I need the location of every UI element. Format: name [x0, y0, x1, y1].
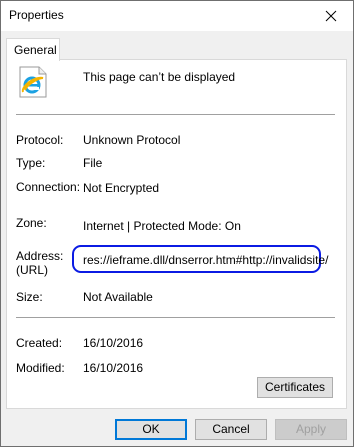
- modified-label: Modified:: [16, 361, 65, 375]
- certificates-button[interactable]: Certificates: [257, 377, 333, 398]
- window-title: Properties: [9, 8, 64, 22]
- title-bar: Properties: [1, 1, 353, 31]
- separator-1: [16, 114, 335, 115]
- tab-general[interactable]: General: [6, 38, 60, 61]
- tab-general-label: General: [14, 43, 57, 57]
- connection-value: Not Encrypted: [83, 181, 160, 195]
- apply-button[interactable]: Apply: [275, 419, 347, 440]
- internet-explorer-icon: [19, 66, 47, 98]
- address-value[interactable]: res://ieframe.dll/dnserror.htm#http://in…: [83, 253, 328, 267]
- protocol-value: Unknown Protocol: [83, 133, 181, 147]
- type-label: Type:: [16, 156, 46, 170]
- ok-button[interactable]: OK: [115, 419, 187, 440]
- size-label: Size:: [16, 290, 43, 304]
- zone-value: Internet | Protected Mode: On: [83, 219, 241, 233]
- address-url-sublabel: (URL): [16, 263, 48, 277]
- created-value: 16/10/2016: [83, 336, 144, 350]
- size-value: Not Available: [83, 290, 153, 304]
- close-icon: [325, 10, 337, 22]
- close-button[interactable]: [309, 1, 353, 31]
- general-panel: This page can’t be displayed Protocol: U…: [6, 59, 347, 409]
- separator-2: [16, 317, 335, 318]
- properties-dialog: Properties General This page can’t be di…: [0, 0, 354, 447]
- type-value: File: [83, 156, 103, 170]
- zone-label: Zone:: [16, 216, 47, 230]
- page-title: This page can’t be displayed: [83, 70, 236, 84]
- connection-label: Connection:: [16, 180, 81, 194]
- protocol-label: Protocol:: [16, 133, 64, 147]
- modified-value: 16/10/2016: [83, 361, 144, 375]
- cancel-button[interactable]: Cancel: [195, 419, 267, 440]
- address-label: Address:: [16, 249, 64, 263]
- created-label: Created:: [16, 336, 63, 350]
